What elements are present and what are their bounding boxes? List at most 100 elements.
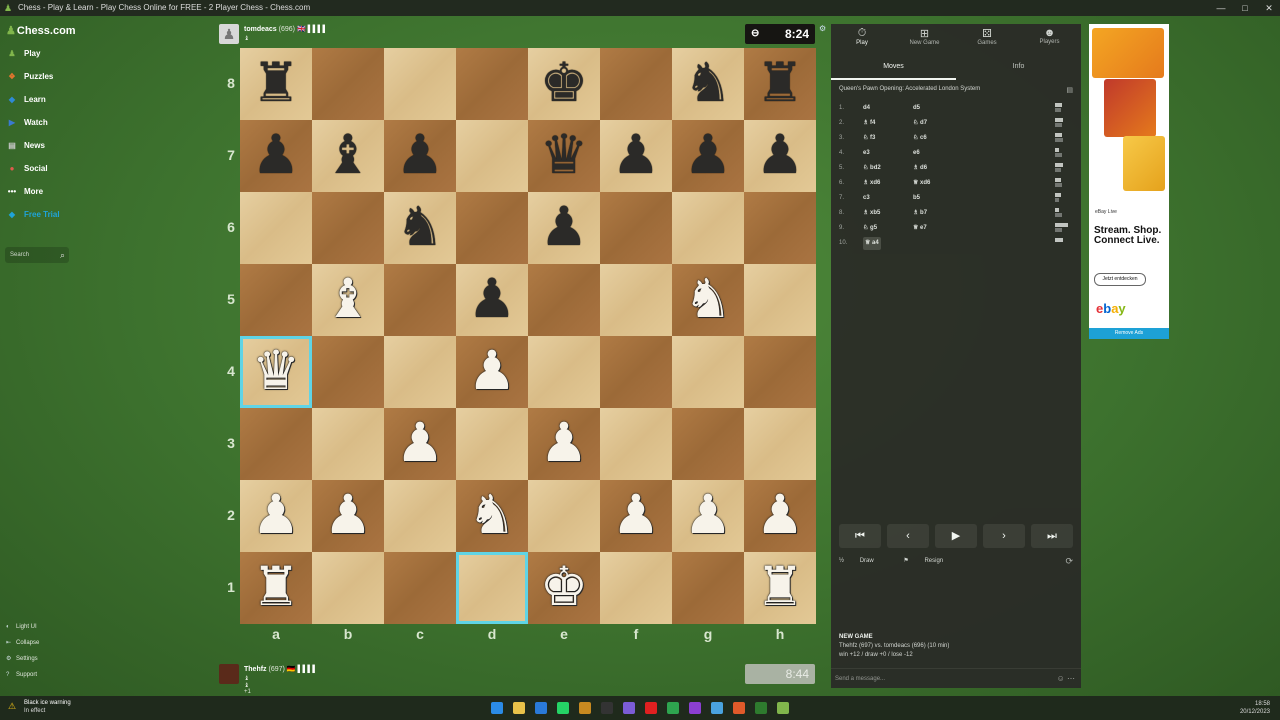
square-h6[interactable] bbox=[744, 192, 816, 264]
white-pawn-piece[interactable]: ♟ bbox=[456, 336, 528, 408]
square-g1[interactable] bbox=[672, 552, 744, 624]
white-king-piece[interactable]: ♚ bbox=[528, 552, 600, 624]
square-e4[interactable] bbox=[528, 336, 600, 408]
square-d8[interactable] bbox=[456, 48, 528, 120]
square-e8[interactable]: ♚ bbox=[528, 48, 600, 120]
square-c1[interactable] bbox=[384, 552, 456, 624]
file-explorer-icon[interactable] bbox=[513, 702, 525, 714]
search-icon[interactable]: ⌕ bbox=[60, 247, 65, 263]
square-f2[interactable]: ♟ bbox=[600, 480, 672, 552]
square-c3[interactable]: ♟ bbox=[384, 408, 456, 480]
black-pawn-piece[interactable]: ♟ bbox=[744, 120, 816, 192]
white-move[interactable]: ♘ f3 bbox=[863, 132, 875, 145]
black-move[interactable]: ♗ b7 bbox=[913, 207, 927, 220]
square-f3[interactable] bbox=[600, 408, 672, 480]
top-player-username[interactable]: tomdeacs bbox=[244, 26, 277, 33]
sidebar-collapse-link[interactable]: ⇤ Collapse bbox=[6, 638, 39, 648]
edge-icon[interactable] bbox=[535, 702, 547, 714]
black-move[interactable]: ♘ c6 bbox=[913, 132, 927, 145]
white-pawn-piece[interactable]: ♟ bbox=[672, 480, 744, 552]
black-move[interactable]: ♘ d7 bbox=[913, 117, 927, 130]
square-b7[interactable]: ♝ bbox=[312, 120, 384, 192]
app-icon[interactable] bbox=[579, 702, 591, 714]
resign-button[interactable]: ⚑ Resign bbox=[903, 558, 957, 564]
sidebar-light-ui-link[interactable]: ◐ Light UI bbox=[6, 622, 37, 632]
black-king-piece[interactable]: ♚ bbox=[528, 48, 600, 120]
white-pawn-piece[interactable]: ♟ bbox=[600, 480, 672, 552]
black-bishop-piece[interactable]: ♝ bbox=[312, 120, 384, 192]
square-b4[interactable] bbox=[312, 336, 384, 408]
weather-widget[interactable]: ⚠ Black ice warning In effect bbox=[8, 699, 71, 715]
draw-button[interactable]: ½ Draw bbox=[839, 558, 888, 564]
square-a2[interactable]: ♟ bbox=[240, 480, 312, 552]
next-move-button[interactable]: › bbox=[983, 524, 1025, 548]
square-c7[interactable]: ♟ bbox=[384, 120, 456, 192]
square-g6[interactable] bbox=[672, 192, 744, 264]
start-icon[interactable] bbox=[491, 702, 503, 714]
last-move-button[interactable]: ⏭ bbox=[1031, 524, 1073, 548]
black-move[interactable]: ♕ e7 bbox=[913, 222, 927, 235]
white-move[interactable]: ♘ g5 bbox=[863, 222, 877, 235]
emoji-icon[interactable]: ☺ bbox=[1057, 674, 1065, 683]
square-g4[interactable] bbox=[672, 336, 744, 408]
tab-moves[interactable]: Moves bbox=[831, 58, 956, 80]
chess-taskbar-icon[interactable] bbox=[777, 702, 789, 714]
square-b1[interactable] bbox=[312, 552, 384, 624]
square-h5[interactable] bbox=[744, 264, 816, 336]
maximize-button[interactable]: □ bbox=[1234, 0, 1256, 16]
black-move[interactable]: d5 bbox=[913, 102, 920, 115]
black-pawn-piece[interactable]: ♟ bbox=[456, 264, 528, 336]
square-g2[interactable]: ♟ bbox=[672, 480, 744, 552]
square-d7[interactable] bbox=[456, 120, 528, 192]
square-b2[interactable]: ♟ bbox=[312, 480, 384, 552]
square-b6[interactable] bbox=[312, 192, 384, 264]
square-e5[interactable] bbox=[528, 264, 600, 336]
white-move[interactable]: ♘ bd2 bbox=[863, 162, 881, 175]
square-d2[interactable]: ♞ bbox=[456, 480, 528, 552]
square-f1[interactable] bbox=[600, 552, 672, 624]
bottom-player-avatar[interactable] bbox=[219, 664, 239, 684]
tab-info[interactable]: Info bbox=[956, 58, 1081, 78]
panel-tab-players[interactable]: ☻ Players bbox=[1019, 24, 1081, 52]
white-pawn-piece[interactable]: ♟ bbox=[384, 408, 456, 480]
white-pawn-piece[interactable]: ♟ bbox=[528, 408, 600, 480]
app-icon[interactable] bbox=[755, 702, 767, 714]
sidebar-settings-link[interactable]: ⚙ Settings bbox=[6, 654, 38, 664]
square-h3[interactable] bbox=[744, 408, 816, 480]
square-c4[interactable] bbox=[384, 336, 456, 408]
chesscom-logo[interactable]: ♟Chess.com bbox=[6, 24, 76, 37]
black-knight-piece[interactable]: ♞ bbox=[384, 192, 456, 264]
white-pawn-piece[interactable]: ♟ bbox=[240, 480, 312, 552]
top-player-avatar[interactable]: ♟ bbox=[219, 24, 239, 44]
square-b8[interactable] bbox=[312, 48, 384, 120]
square-a4[interactable]: ♛ bbox=[240, 336, 312, 408]
white-rook-piece[interactable]: ♜ bbox=[240, 552, 312, 624]
square-g8[interactable]: ♞ bbox=[672, 48, 744, 120]
chess-board[interactable]: ♜ ♚ ♞ ♜ ♟ ♝ ♟ ♛ ♟ ♟ ♟ ♞ ♟ ♝ ♟ ♞ ♛ ♟ ♟ ♟ ♟ ♟ ♞ ♟ ♟ ♟ ♜ ♚ ♜ bbox=[240, 48, 816, 624]
square-f5[interactable] bbox=[600, 264, 672, 336]
app-icon[interactable] bbox=[689, 702, 701, 714]
sidebar-support-link[interactable]: ? Support bbox=[6, 670, 37, 680]
white-rook-piece[interactable]: ♜ bbox=[744, 552, 816, 624]
white-move[interactable]: ♕ a4 bbox=[863, 237, 881, 250]
sidebar-item-free-trial[interactable]: ◆ Free Trial bbox=[6, 207, 76, 223]
system-clock[interactable]: 18:58 20/12/2023 bbox=[1240, 700, 1270, 716]
settings-gear-icon[interactable]: ⚙ bbox=[819, 24, 826, 33]
square-c5[interactable] bbox=[384, 264, 456, 336]
square-h4[interactable] bbox=[744, 336, 816, 408]
white-move[interactable]: ♗ xd6 bbox=[863, 177, 880, 190]
close-button[interactable]: ✕ bbox=[1258, 0, 1280, 16]
square-f7[interactable]: ♟ bbox=[600, 120, 672, 192]
bottom-player-name[interactable]: Thehfz (697) 🇩🇪 ▌▌▌▌ bbox=[244, 665, 317, 673]
square-h7[interactable]: ♟ bbox=[744, 120, 816, 192]
square-e7[interactable]: ♛ bbox=[528, 120, 600, 192]
minimize-button[interactable]: — bbox=[1210, 0, 1232, 16]
white-bishop-piece[interactable]: ♝ bbox=[312, 264, 384, 336]
square-a1[interactable]: ♜ bbox=[240, 552, 312, 624]
square-f6[interactable] bbox=[600, 192, 672, 264]
sidebar-item-watch[interactable]: ▶ Watch bbox=[6, 115, 76, 131]
black-move[interactable]: e6 bbox=[913, 147, 920, 160]
white-move[interactable]: e3 bbox=[863, 147, 870, 160]
square-b5[interactable]: ♝ bbox=[312, 264, 384, 336]
search-input[interactable]: Search ⌕ bbox=[5, 247, 69, 263]
